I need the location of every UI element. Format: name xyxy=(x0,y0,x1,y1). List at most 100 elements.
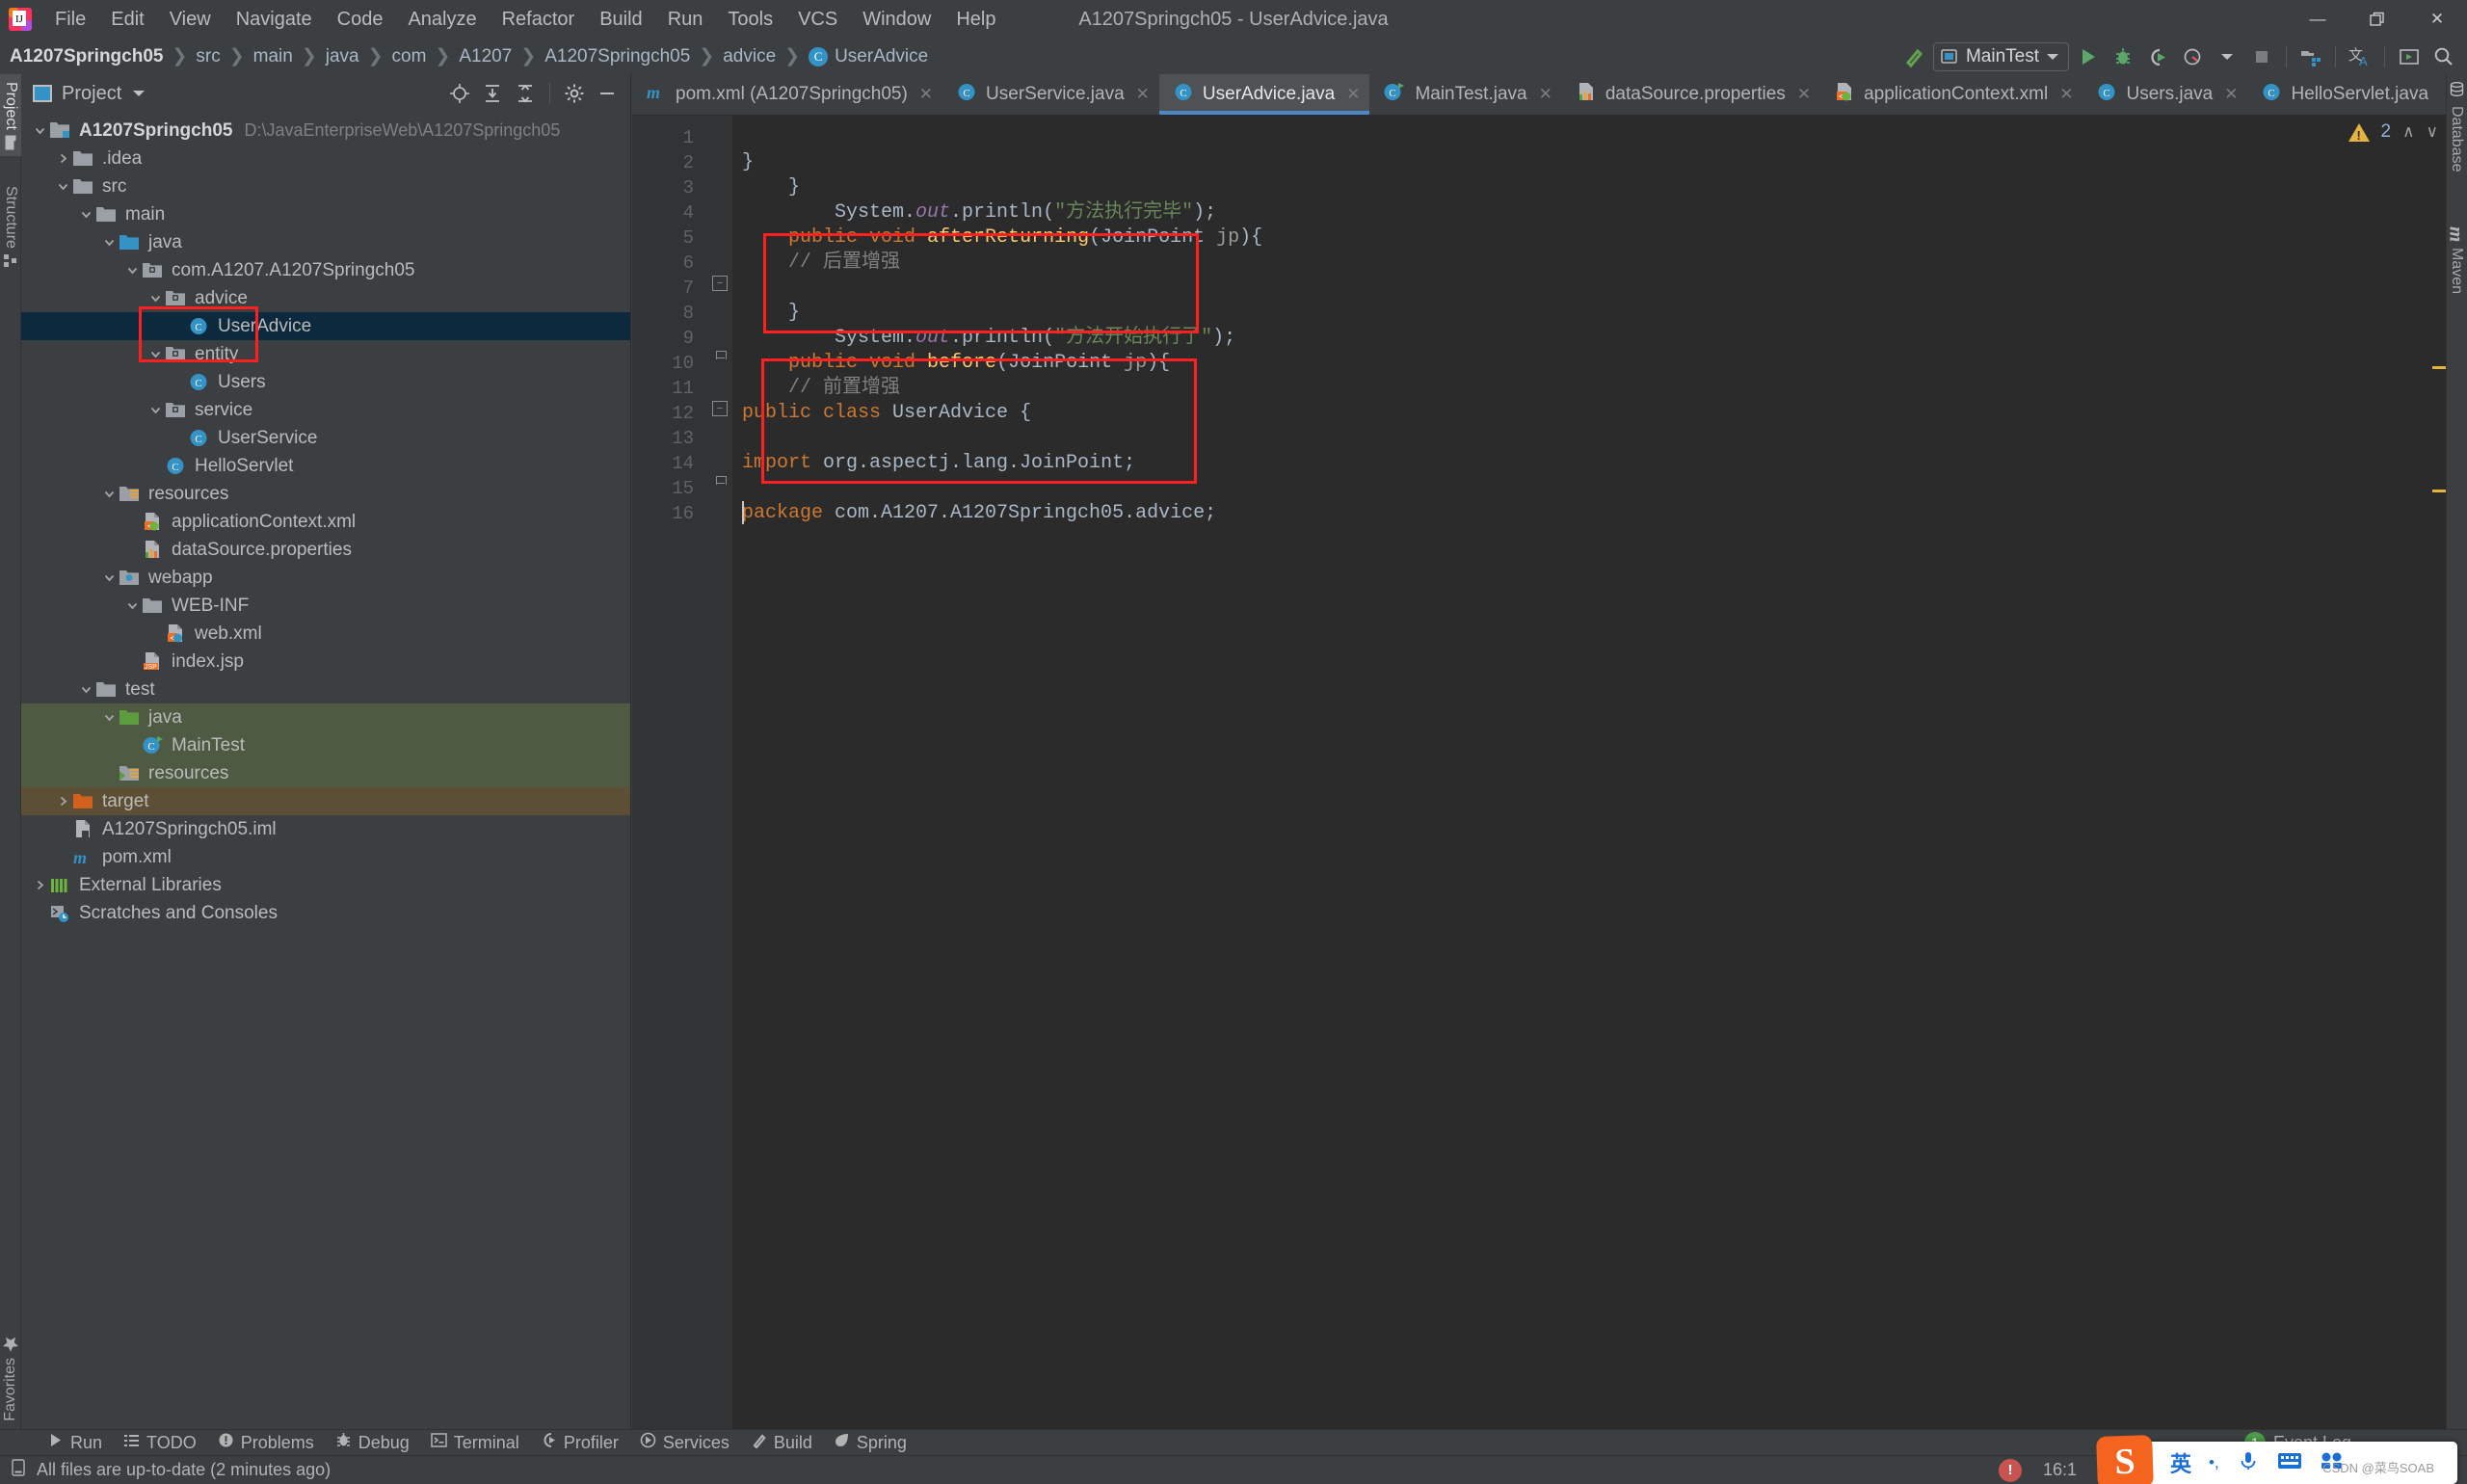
tree-node-web-inf[interactable]: WEB-INF xyxy=(21,592,630,620)
fold-marker-after-returning[interactable]: − xyxy=(712,401,728,416)
editor-tab-maintest-java[interactable]: C MainTest.java ✕ xyxy=(1369,74,1561,115)
fold-end-marker-after-returning[interactable] xyxy=(712,476,728,491)
tool-window-debug[interactable]: Debug xyxy=(325,1430,420,1455)
chevron-down-icon[interactable] xyxy=(77,680,95,699)
menu-refactor[interactable]: Refactor xyxy=(490,5,588,35)
close-tab-icon[interactable]: ✕ xyxy=(2224,85,2238,104)
close-tab-icon[interactable]: ✕ xyxy=(1136,85,1150,104)
tool-button-project[interactable]: Project xyxy=(0,74,21,156)
ime-punctuation-toggle[interactable]: •, xyxy=(2209,1453,2219,1472)
menu-file[interactable]: File xyxy=(42,5,98,35)
tree-node-web-xml[interactable]: < web.xml xyxy=(21,620,630,648)
tree-node-users[interactable]: C Users xyxy=(21,368,630,396)
breadcrumb-item-6[interactable]: A1207Springch05 xyxy=(544,46,690,67)
caret-position[interactable]: 16:1 xyxy=(2043,1460,2077,1480)
tree-node-webapp[interactable]: webapp xyxy=(21,564,630,592)
tool-window-terminal[interactable]: Terminal xyxy=(420,1430,530,1455)
tree-node-external-libraries[interactable]: External Libraries xyxy=(21,871,630,899)
editor-tab-applicationcontext-xml[interactable]: < applicationContext.xml ✕ xyxy=(1820,74,2082,115)
menu-analyze[interactable]: Analyze xyxy=(395,5,489,35)
tree-node-java[interactable]: java xyxy=(21,703,630,731)
soft-keyboard-icon[interactable] xyxy=(2277,1451,2302,1475)
menu-help[interactable]: Help xyxy=(943,5,1008,35)
inspection-error-icon[interactable]: ! xyxy=(1998,1458,2022,1482)
hide-panel-icon[interactable] xyxy=(594,81,621,106)
tool-button-database[interactable]: Database xyxy=(2446,74,2467,180)
tree-node-com-a1207-a1207springch05[interactable]: com.A1207.A1207Springch05 xyxy=(21,256,630,284)
tool-button-structure[interactable]: Structure xyxy=(0,178,21,276)
chevron-down-icon[interactable] xyxy=(100,708,119,727)
build-hammer-icon[interactable] xyxy=(1898,42,1929,71)
chevron-down-icon[interactable] xyxy=(123,596,142,615)
tree-node-userservice[interactable]: C UserService xyxy=(21,424,630,452)
chevron-down-icon[interactable] xyxy=(31,121,49,140)
close-tab-icon[interactable]: ✕ xyxy=(2059,85,2073,104)
menu-tools[interactable]: Tools xyxy=(715,5,785,35)
tree-node-resources[interactable]: resources xyxy=(21,480,630,508)
menu-run[interactable]: Run xyxy=(655,5,716,35)
close-tab-icon[interactable]: ✕ xyxy=(919,85,933,104)
editor-tab-pom-xml-a1207springch05-[interactable]: m pom.xml (A1207Springch05) ✕ xyxy=(632,74,942,115)
tree-node-java[interactable]: java xyxy=(21,228,630,256)
tool-window-profiler[interactable]: Profiler xyxy=(530,1430,629,1455)
menu-window[interactable]: Window xyxy=(850,5,943,35)
search-everywhere-icon[interactable] xyxy=(2428,42,2459,71)
tool-window-spring[interactable]: Spring xyxy=(823,1430,917,1455)
editor-tab-useradvice-java[interactable]: C UserAdvice.java ✕ xyxy=(1158,74,1370,115)
close-tab-icon[interactable]: ✕ xyxy=(1797,85,1811,104)
tree-node-entity[interactable]: entity xyxy=(21,340,630,368)
tool-button-maven[interactable]: m Maven xyxy=(2446,219,2467,302)
chevron-right-icon[interactable] xyxy=(31,876,49,894)
tree-node-datasource-properties[interactable]: dataSource.properties xyxy=(21,536,630,564)
tree-node-index-jsp[interactable]: JSP index.jsp xyxy=(21,648,630,676)
translate-icon[interactable]: 文A xyxy=(2345,42,2375,71)
microphone-icon[interactable] xyxy=(2237,1449,2260,1477)
chevron-down-icon[interactable] xyxy=(146,289,165,307)
chevron-right-icon[interactable] xyxy=(54,792,72,810)
locate-icon[interactable] xyxy=(446,81,473,106)
breadcrumb-item-3[interactable]: java xyxy=(326,46,359,67)
collapse-all-icon[interactable] xyxy=(512,81,539,106)
sogou-logo-icon[interactable]: S xyxy=(2096,1435,2154,1484)
tool-button-favorites[interactable]: Favorites xyxy=(0,1329,21,1429)
tree-node-maintest[interactable]: C MainTest xyxy=(21,731,630,759)
chevron-down-icon[interactable] xyxy=(123,261,142,279)
chevron-down-icon[interactable] xyxy=(77,205,95,224)
code-editor[interactable]: 1 2 3 4 5 6 7 8 9 10 11 12 13 14 15 16 − − } } System.o… xyxy=(632,116,2446,1429)
breadcrumb-item-7[interactable]: advice xyxy=(723,46,776,67)
tree-node-applicationcontext-xml[interactable]: < applicationContext.xml xyxy=(21,508,630,536)
chevron-down-icon[interactable] xyxy=(54,177,72,196)
settings-gear-icon[interactable] xyxy=(561,81,588,106)
expand-all-icon[interactable] xyxy=(479,81,506,106)
breadcrumb-item-2[interactable]: main xyxy=(253,46,293,67)
restore-button[interactable] xyxy=(2348,0,2407,39)
tree-node-resources[interactable]: resources xyxy=(21,759,630,787)
menu-edit[interactable]: Edit xyxy=(98,5,156,35)
tree-node-scratches-and-consoles[interactable]: Scratches and Consoles xyxy=(21,899,630,927)
tree-node-useradvice[interactable]: C UserAdvice xyxy=(21,312,630,340)
tree-node-a1207springch05[interactable]: A1207Springch05 D:\JavaEnterpriseWeb\A120… xyxy=(21,117,630,145)
breadcrumb-leaf[interactable]: C UserAdvice xyxy=(809,46,928,67)
tree-node-helloservlet[interactable]: C HelloServlet xyxy=(21,452,630,480)
tree-node-a1207springch05-iml[interactable]: A1207Springch05.iml xyxy=(21,815,630,843)
tree-node-test[interactable]: test xyxy=(21,676,630,703)
editor-tab-helloservlet-java[interactable]: C HelloServlet.java xyxy=(2247,74,2438,115)
close-tab-icon[interactable]: ✕ xyxy=(1539,85,1552,104)
tool-window-build[interactable]: Build xyxy=(740,1430,823,1455)
chevron-down-icon[interactable] xyxy=(100,569,119,587)
ime-floating-bar[interactable]: S 英 •, CSDN @菜鸟SOAB xyxy=(2096,1435,2457,1484)
chevron-down-icon[interactable] xyxy=(146,345,165,363)
editor-tab-userservice-java[interactable]: C UserService.java ✕ xyxy=(942,74,1159,115)
editor-tab-datasource-properties[interactable]: dataSource.properties ✕ xyxy=(1562,74,1820,115)
run-icon[interactable] xyxy=(2073,42,2104,71)
tree-node-src[interactable]: src xyxy=(21,172,630,200)
chevron-down-icon[interactable] xyxy=(100,485,119,503)
tree-node-pom-xml[interactable]: m pom.xml xyxy=(21,843,630,871)
next-problem-icon[interactable]: ∨ xyxy=(2427,122,2438,142)
run-configuration-selector[interactable]: MainTest xyxy=(1932,41,2069,71)
editor-tab-users-java[interactable]: C Users.java ✕ xyxy=(2082,74,2247,115)
code-content[interactable]: } } System.out.println("方法执行完毕"); public… xyxy=(732,116,2446,1429)
close-tab-icon[interactable]: ✕ xyxy=(1346,85,1360,104)
previous-problem-icon[interactable]: ∧ xyxy=(2402,122,2414,142)
menu-navigate[interactable]: Navigate xyxy=(224,5,325,35)
